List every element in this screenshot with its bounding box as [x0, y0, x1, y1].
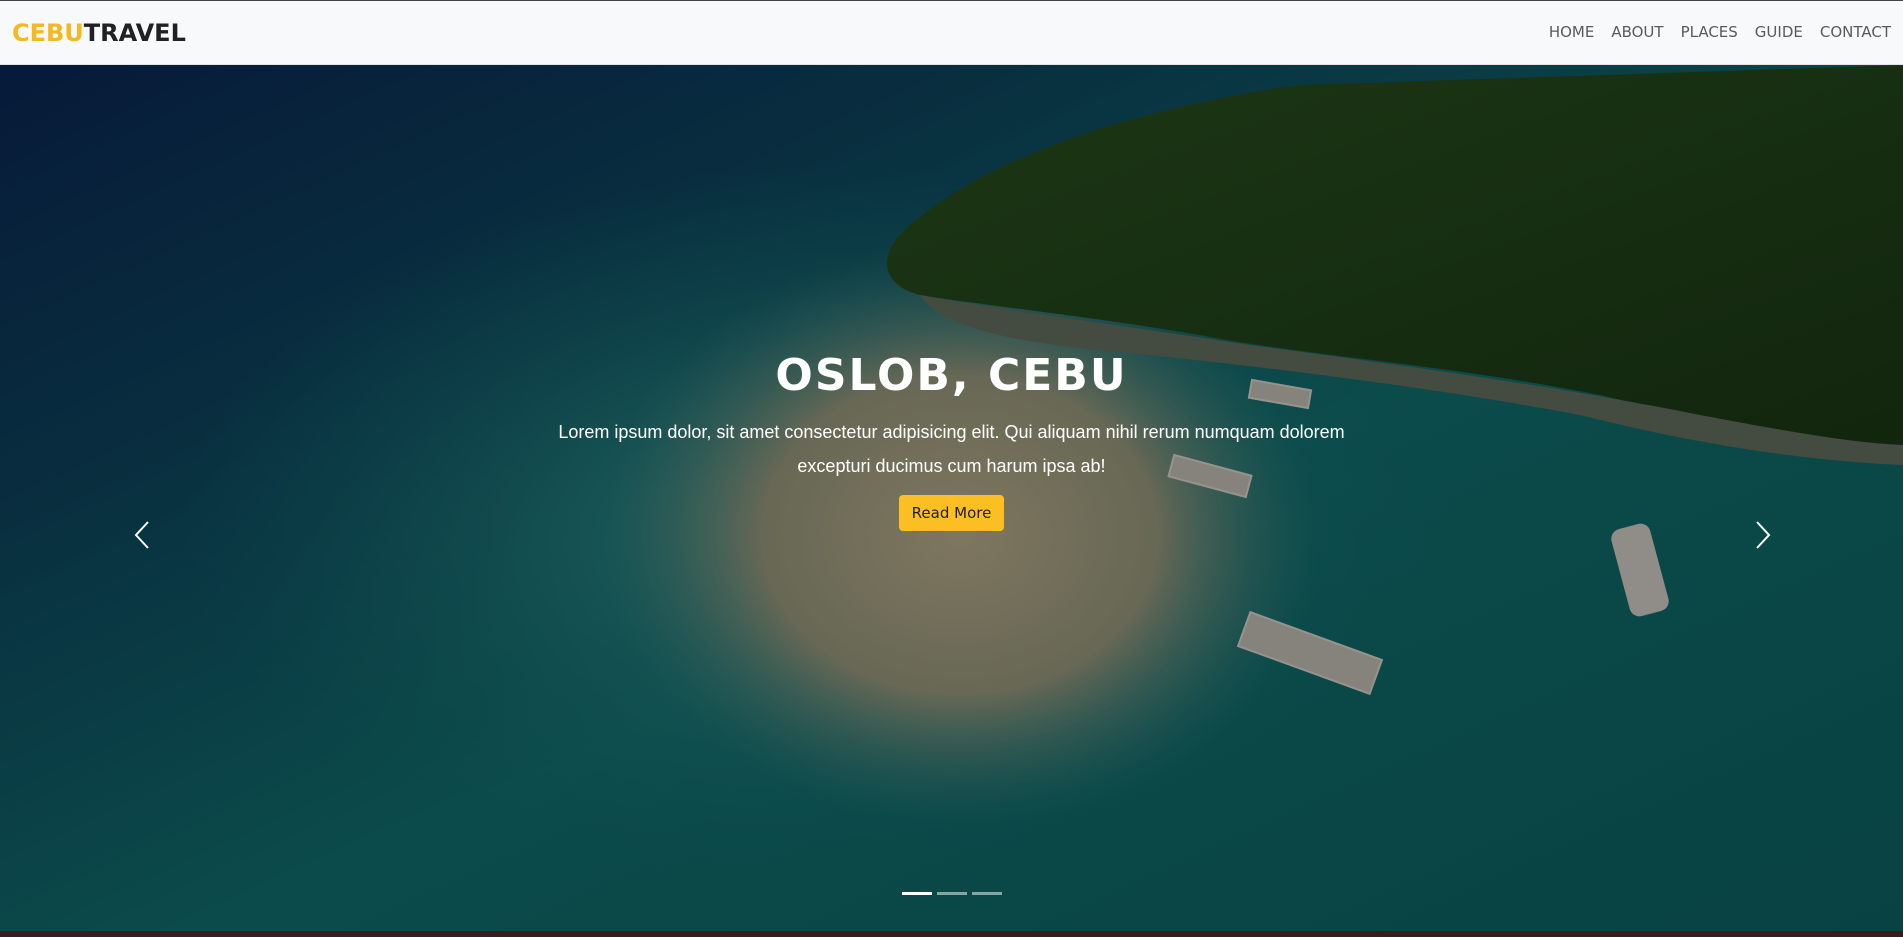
nav-link-about[interactable]: ABOUT: [1611, 23, 1663, 41]
nav-item-guide: GUIDE: [1755, 23, 1803, 42]
hero-description: Lorem ipsum dolor, sit amet consectetur …: [558, 422, 1345, 476]
nav-link-places[interactable]: PLACES: [1681, 23, 1738, 41]
nav-link-home[interactable]: HOME: [1549, 23, 1595, 41]
hero-caption: OSLOB, CEBU Lorem ipsum dolor, sit amet …: [0, 65, 1903, 531]
nav-item-home: HOME: [1549, 23, 1595, 42]
carousel-indicator-2[interactable]: [936, 892, 967, 895]
hero-carousel: OSLOB, CEBU Lorem ipsum dolor, sit amet …: [0, 65, 1903, 931]
carousel-next-button[interactable]: [1743, 515, 1783, 555]
brand-logo-part2: TRAVEL: [83, 18, 186, 47]
next-section-edge: [0, 931, 1903, 937]
brand-logo-part1: CEBU: [12, 18, 84, 47]
nav-item-about: ABOUT: [1611, 23, 1663, 42]
read-more-button[interactable]: Read More: [898, 495, 1005, 531]
nav-links: HOME ABOUT PLACES GUIDE CONTACT: [1549, 23, 1891, 42]
hero-title: OSLOB, CEBU: [775, 350, 1128, 401]
carousel-prev-button[interactable]: [122, 515, 162, 555]
navbar: CEBU TRAVEL HOME ABOUT PLACES GUIDE CONT…: [0, 0, 1903, 65]
carousel-indicator-3[interactable]: [971, 892, 1002, 895]
carousel-indicator-1[interactable]: [901, 892, 932, 895]
nav-link-contact[interactable]: CONTACT: [1820, 23, 1891, 41]
nav-item-contact: CONTACT: [1820, 23, 1891, 42]
chevron-right-icon: [1756, 521, 1771, 549]
carousel-indicators: [0, 892, 1903, 895]
brand-logo[interactable]: CEBU TRAVEL: [12, 19, 186, 47]
nav-item-places: PLACES: [1681, 23, 1738, 42]
chevron-left-icon: [134, 521, 149, 549]
nav-link-guide[interactable]: GUIDE: [1755, 23, 1803, 41]
